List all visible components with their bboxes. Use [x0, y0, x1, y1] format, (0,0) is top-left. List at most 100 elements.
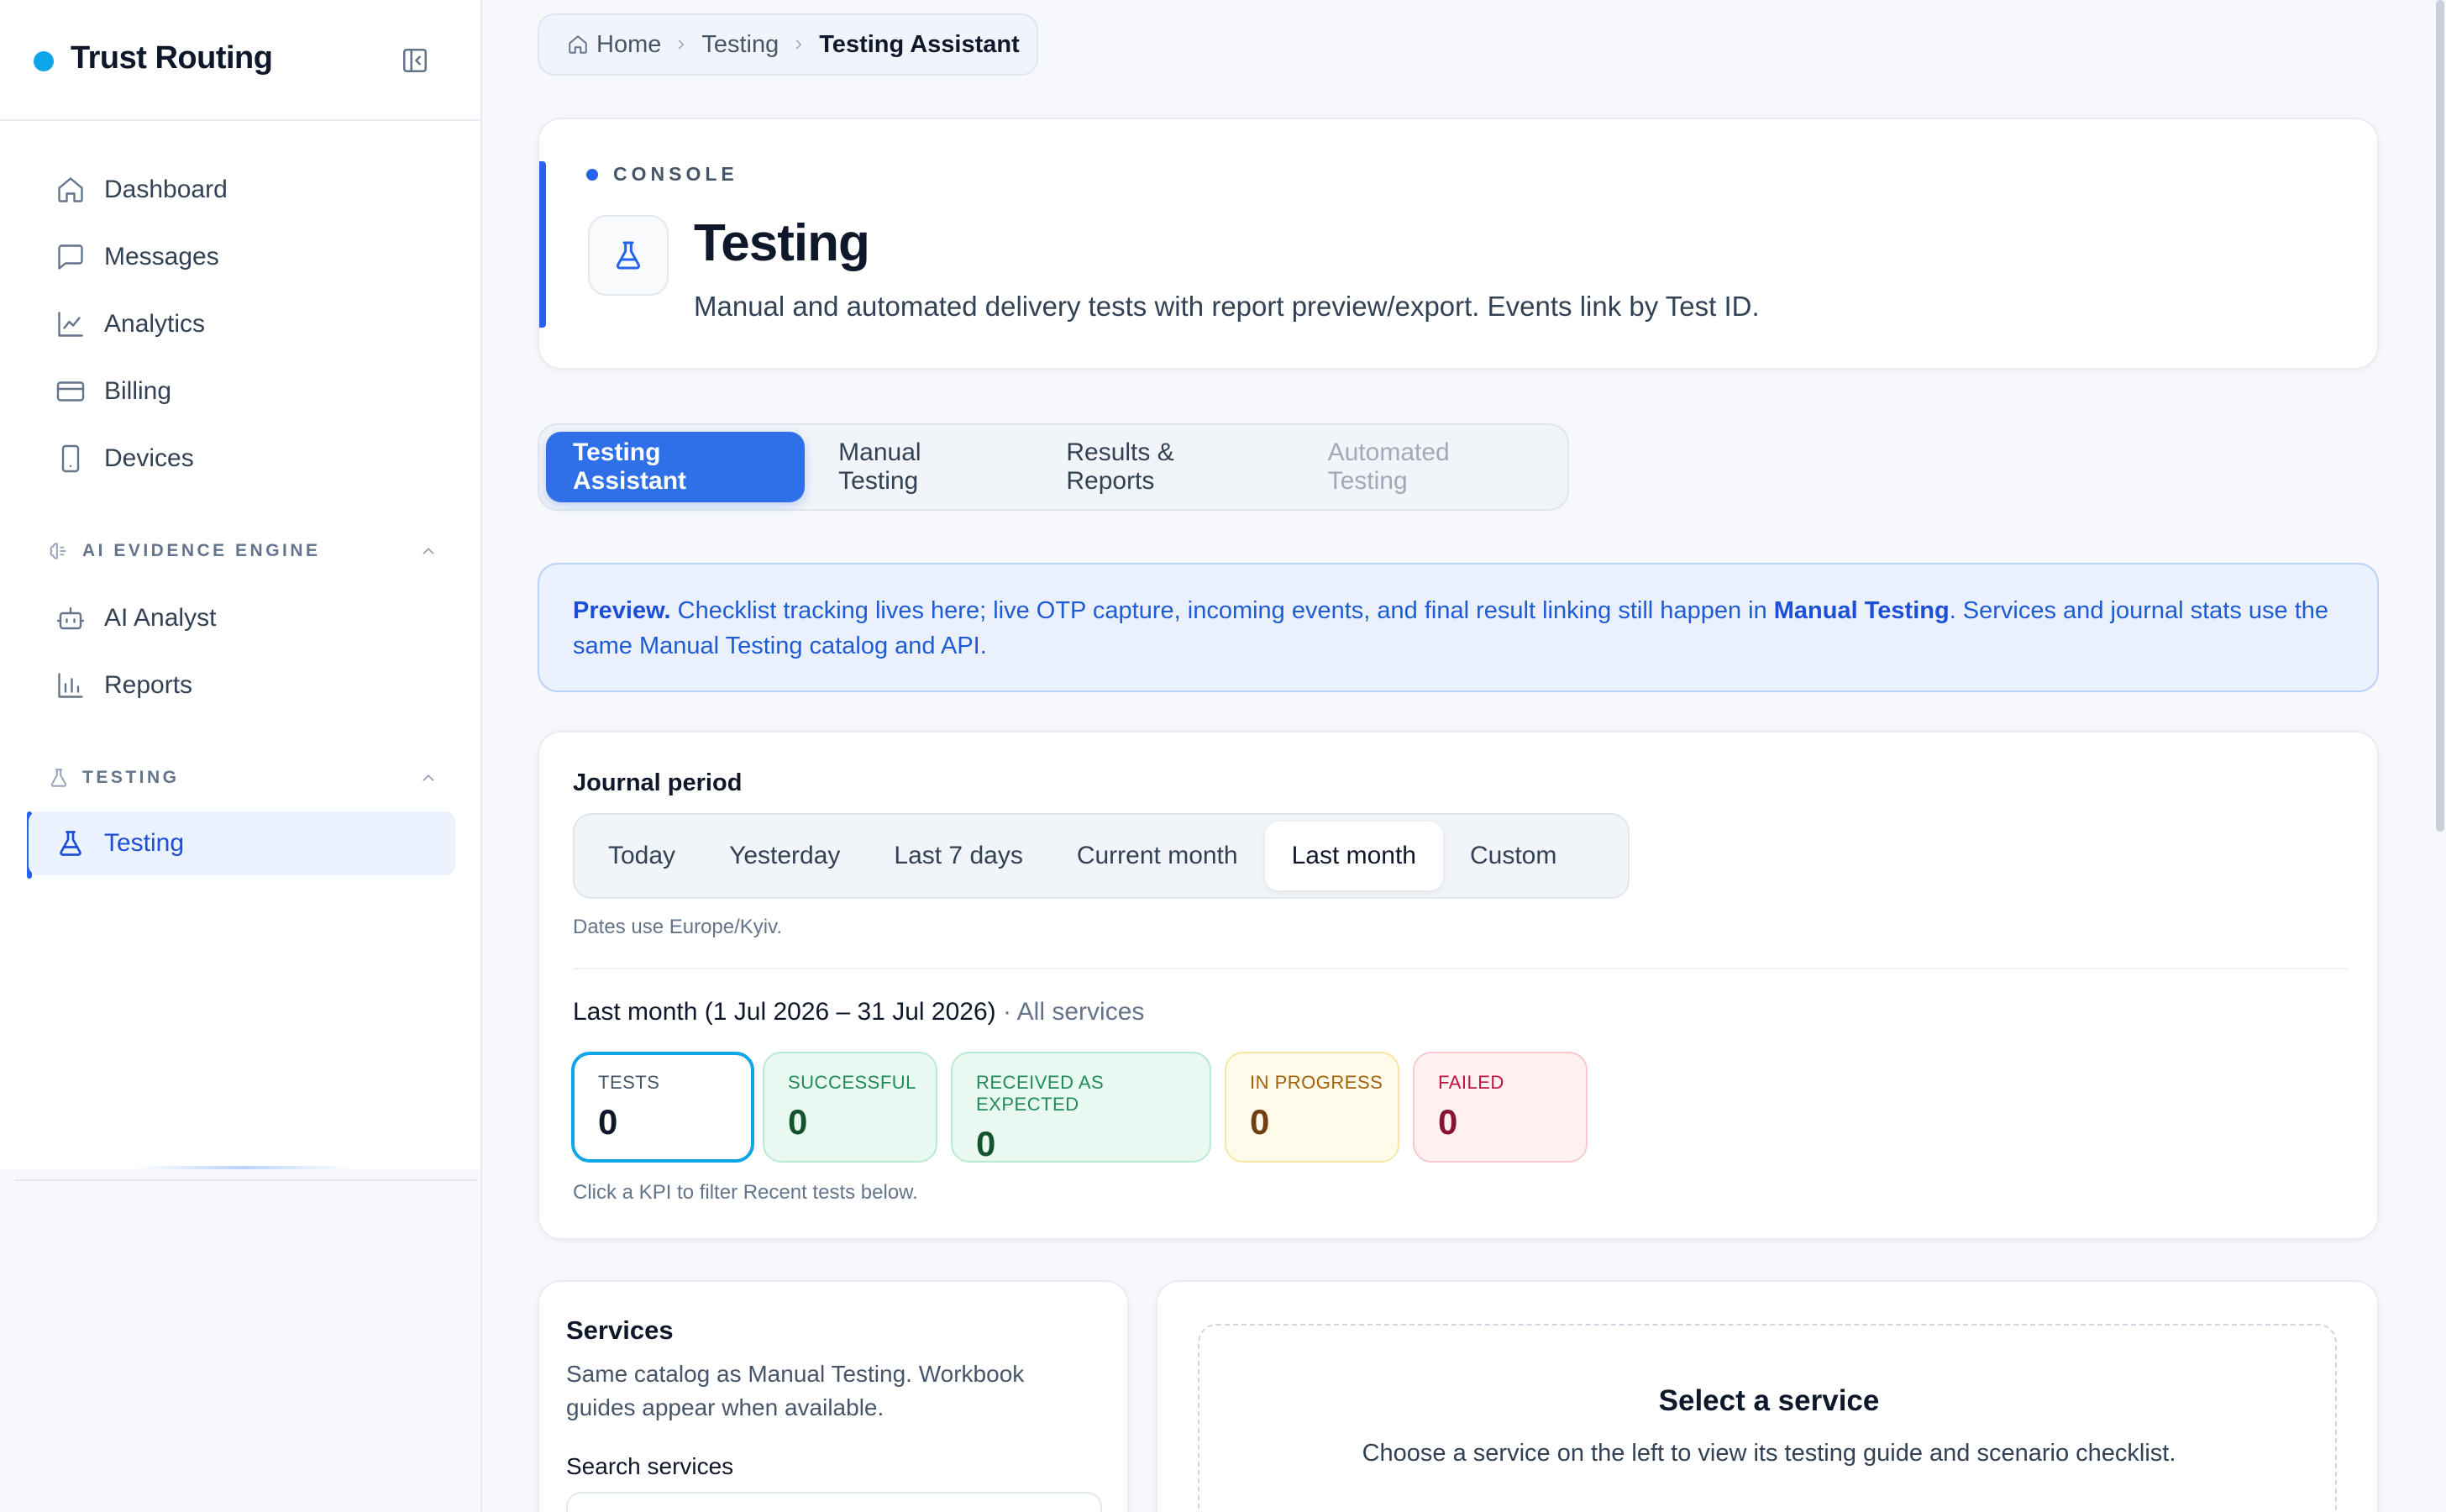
- flask-icon: [588, 215, 669, 296]
- sidebar-group-testing[interactable]: TESTING: [47, 763, 440, 793]
- eyebrow-dot: [586, 168, 598, 181]
- search-services-input[interactable]: [566, 1492, 1102, 1512]
- page-subtitle: Manual and automated delivery tests with…: [694, 291, 1760, 322]
- sidebar-item-analytics[interactable]: Analytics: [29, 292, 455, 356]
- sidebar-group-title: AI EVIDENCE ENGINE: [82, 541, 321, 560]
- notice-manual-testing-link[interactable]: Manual Testing: [1774, 597, 1950, 624]
- journal-card: Journal period Today Yesterday Last 7 da…: [538, 731, 2379, 1240]
- kpi-hint: Click a KPI to filter Recent tests below…: [573, 1181, 918, 1204]
- sidebar-item-devices[interactable]: Devices: [29, 427, 455, 491]
- sidebar-item-label: Billing: [104, 377, 172, 405]
- breadcrumb-home[interactable]: Home: [596, 31, 661, 59]
- bot-icon: [54, 601, 87, 635]
- sidebar-item-billing[interactable]: Billing: [29, 360, 455, 423]
- sidebar-item-reports[interactable]: Reports: [29, 654, 455, 717]
- brain-icon: [47, 539, 71, 563]
- period-last-7-days[interactable]: Last 7 days: [867, 822, 1049, 890]
- notice-lead: Preview.: [573, 597, 671, 624]
- period-yesterday[interactable]: Yesterday: [702, 822, 867, 890]
- sidebar-item-testing[interactable]: Testing: [29, 811, 455, 875]
- sidebar-item-label: Analytics: [104, 310, 206, 338]
- eyebrow: CONSOLE: [586, 163, 738, 186]
- period-today[interactable]: Today: [581, 822, 702, 890]
- period-current-month[interactable]: Current month: [1050, 822, 1265, 890]
- kpi-value: 0: [788, 1102, 808, 1142]
- journal-period-label: Journal period: [573, 769, 743, 796]
- scrollbar-thumb[interactable]: [2436, 0, 2444, 832]
- empty-state-title: Select a service: [1658, 1384, 1880, 1417]
- timezone-note: Dates use Europe/Kyiv.: [573, 916, 783, 938]
- page-header-card: CONSOLE Testing Manual and automated del…: [538, 118, 2379, 370]
- chevron-right-icon: [673, 36, 690, 53]
- credit-card-icon: [54, 375, 87, 408]
- sidebar-item-label: Dashboard: [104, 176, 228, 203]
- kpi-failed[interactable]: FAILED 0: [1413, 1052, 1588, 1163]
- period-last-month[interactable]: Last month: [1264, 822, 1443, 890]
- home-icon: [54, 173, 87, 207]
- kpi-value: 0: [1438, 1102, 1458, 1142]
- kpi-value: 0: [976, 1124, 996, 1163]
- kpi-label: IN PROGRESS: [1250, 1072, 1383, 1093]
- kpi-received-as-expected[interactable]: RECEIVED AS EXPECTED 0: [951, 1052, 1211, 1163]
- flask-icon: [54, 827, 87, 860]
- notice-text: Checklist tracking lives here; live OTP …: [670, 597, 1774, 624]
- sidebar-item-label: AI Analyst: [104, 604, 217, 632]
- collapse-sidebar-button[interactable]: [398, 44, 432, 77]
- divider: [573, 968, 2347, 969]
- brand-logo-dot: [34, 51, 54, 71]
- home-icon: [566, 33, 590, 56]
- sidebar-item-dashboard[interactable]: Dashboard: [29, 158, 455, 222]
- sidebar-footer-area: [0, 1169, 482, 1512]
- range-summary: Last month (1 Jul 2026 – 31 Jul 2026) · …: [573, 998, 1144, 1026]
- search-services-label: Search services: [566, 1453, 734, 1479]
- empty-state: Select a service Choose a service on the…: [1198, 1324, 2337, 1512]
- kpi-label: FAILED: [1438, 1072, 1504, 1093]
- preview-notice: Preview. Checklist tracking lives here; …: [538, 563, 2379, 692]
- services-card: Services Same catalog as Manual Testing.…: [538, 1280, 1129, 1512]
- kpi-value: 0: [598, 1102, 618, 1142]
- panel-left-close-icon: [402, 48, 428, 73]
- sidebar-item-messages[interactable]: Messages: [29, 225, 455, 289]
- header-accent-bar: [539, 161, 546, 328]
- sidebar-item-label: Messages: [104, 243, 219, 270]
- sidebar-group-ai-evidence-engine[interactable]: AI EVIDENCE ENGINE: [47, 536, 440, 566]
- tab-results-reports[interactable]: Results & Reports: [1039, 432, 1294, 502]
- kpi-in-progress[interactable]: IN PROGRESS 0: [1225, 1052, 1399, 1163]
- flask-icon: [47, 766, 71, 790]
- sidebar-item-label: Reports: [104, 671, 193, 699]
- scope-text: · All services: [995, 998, 1145, 1026]
- sidebar-item-label: Testing: [104, 829, 185, 857]
- chevron-up-icon[interactable]: [417, 766, 440, 790]
- kpi-successful[interactable]: SUCCESSFUL 0: [763, 1052, 937, 1163]
- breadcrumb-current: Testing Assistant: [819, 30, 1020, 58]
- page-title: Testing: [694, 214, 870, 272]
- period-custom[interactable]: Custom: [1443, 822, 1583, 890]
- tab-manual-testing[interactable]: Manual Testing: [811, 432, 1032, 502]
- range-text: Last month (1 Jul 2026 – 31 Jul 2026): [573, 998, 996, 1026]
- kpi-label: RECEIVED AS EXPECTED: [976, 1072, 1105, 1115]
- divider: [15, 1179, 477, 1181]
- tab-bar: Testing Assistant Manual Testing Results…: [538, 423, 1569, 511]
- chevron-up-icon[interactable]: [417, 539, 440, 563]
- sidebar-group-title: TESTING: [82, 768, 180, 787]
- sidebar-item-ai-analyst[interactable]: AI Analyst: [29, 586, 455, 650]
- breadcrumb-testing[interactable]: Testing: [701, 31, 779, 59]
- bar-chart-icon: [54, 669, 87, 702]
- tab-testing-assistant[interactable]: Testing Assistant: [546, 432, 806, 502]
- kpi-label: TESTS: [598, 1072, 660, 1093]
- period-selector: Today Yesterday Last 7 days Current mont…: [573, 813, 1630, 899]
- services-title: Services: [566, 1315, 674, 1345]
- brand-header: Trust Routing: [0, 0, 480, 121]
- kpi-tests[interactable]: TESTS 0: [571, 1052, 754, 1163]
- smartphone-icon: [54, 442, 87, 475]
- app-name: Trust Routing: [71, 40, 273, 76]
- service-detail-card: Select a service Choose a service on the…: [1156, 1280, 2379, 1512]
- eyebrow-text: CONSOLE: [613, 163, 738, 185]
- tab-automated-testing: Automated Testing: [1327, 438, 1450, 495]
- kpi-value: 0: [1250, 1102, 1270, 1142]
- kpi-label: SUCCESSFUL: [788, 1072, 916, 1093]
- empty-state-description: Choose a service on the left to view its…: [1362, 1440, 2176, 1467]
- services-description: Same catalog as Manual Testing. Workbook…: [566, 1361, 1025, 1420]
- chart-line-icon: [54, 307, 87, 341]
- sidebar-item-label: Devices: [104, 444, 194, 472]
